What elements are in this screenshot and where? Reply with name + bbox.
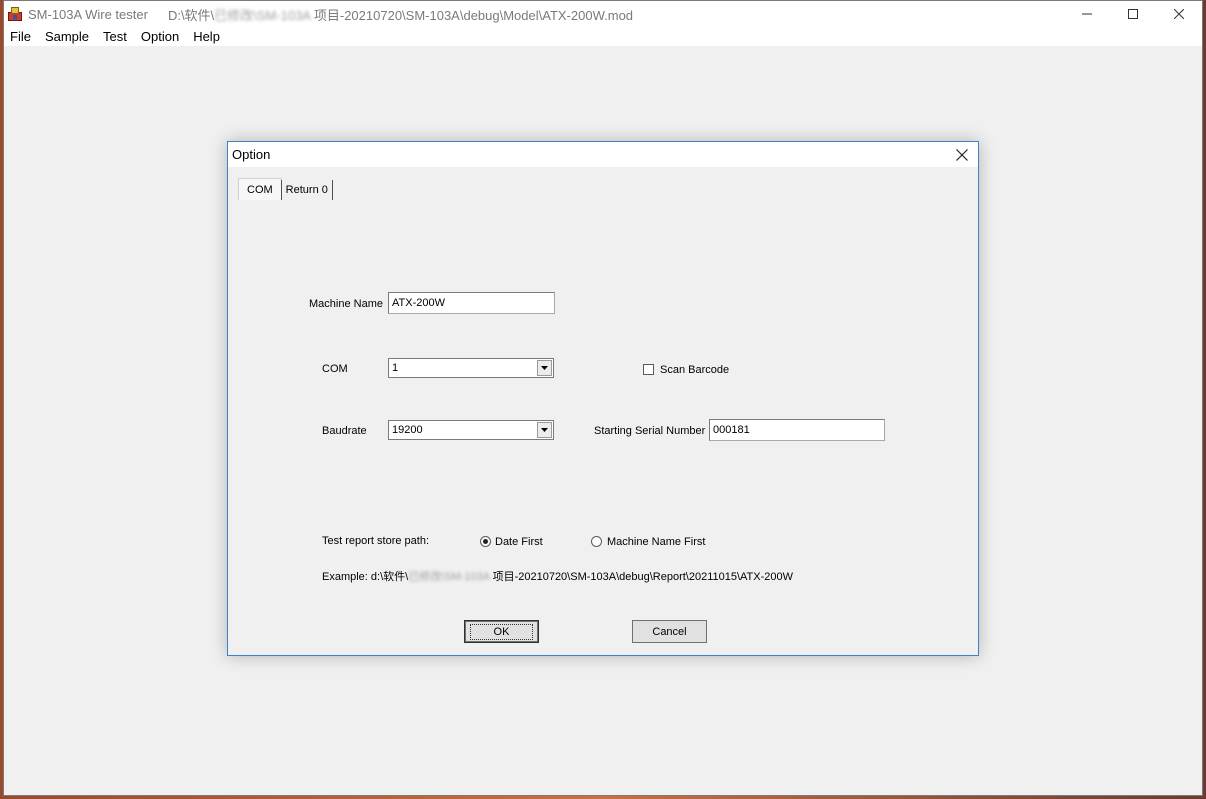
machine-name-field[interactable]: ATX-200W	[388, 292, 555, 314]
app-icon	[8, 7, 22, 21]
ok-button[interactable]: OK	[464, 620, 539, 643]
com-select[interactable]: 1	[388, 358, 554, 378]
baudrate-select[interactable]: 19200	[388, 420, 554, 440]
chevron-down-icon[interactable]	[537, 422, 552, 438]
machine-name-label: Machine Name	[309, 298, 383, 310]
example-path: Example: d:\软件\已修改\SM-103A 项目-20210720\S…	[322, 571, 794, 583]
tab-return-0[interactable]: Return 0	[280, 180, 333, 200]
close-icon[interactable]	[1156, 1, 1202, 27]
minimize-icon[interactable]	[1064, 1, 1110, 27]
store-path-label: Test report store path:	[322, 535, 429, 547]
baudrate-select-value: 19200	[392, 424, 423, 436]
scan-barcode-checkbox[interactable]	[643, 364, 654, 375]
date-first-label: Date First	[495, 536, 543, 548]
chevron-down-icon[interactable]	[537, 360, 552, 376]
com-label: COM	[322, 363, 348, 375]
dialog-title: Option	[232, 147, 271, 162]
menu-option[interactable]: Option	[134, 27, 186, 46]
title-bar: SM-103A Wire tester D:\软件\已修改\SM-103A 项目…	[4, 1, 1202, 27]
file-path: D:\软件\已修改\SM-103A 项目-20210720\SM-103A\de…	[167, 7, 634, 23]
maximize-icon[interactable]	[1110, 1, 1156, 27]
serial-number-label: Starting Serial Number	[594, 425, 706, 437]
serial-number-field[interactable]: 000181	[709, 419, 885, 441]
date-first-radio[interactable]	[480, 536, 491, 547]
menu-test[interactable]: Test	[96, 27, 134, 46]
menu-sample[interactable]: Sample	[38, 27, 96, 46]
option-dialog: Option COM Return 0 Machine Name ATX-200…	[227, 141, 979, 656]
menu-file[interactable]: File	[4, 27, 38, 46]
dialog-title-bar: Option	[228, 142, 978, 167]
window-controls	[1064, 1, 1202, 27]
app-title: SM-103A Wire tester	[28, 6, 148, 22]
scan-barcode-label: Scan Barcode	[660, 364, 730, 376]
tab-strip: COM Return 0	[238, 178, 333, 200]
tab-com[interactable]: COM	[238, 178, 282, 200]
cancel-button[interactable]: Cancel	[632, 620, 707, 643]
menu-bar: File Sample Test Option Help	[4, 27, 1202, 46]
menu-help[interactable]: Help	[186, 27, 227, 46]
machine-name-first-radio[interactable]	[591, 536, 602, 547]
close-icon[interactable]	[946, 142, 978, 167]
machine-name-first-label: Machine Name First	[607, 536, 706, 548]
baudrate-label: Baudrate	[322, 425, 367, 437]
com-select-value: 1	[392, 362, 399, 374]
